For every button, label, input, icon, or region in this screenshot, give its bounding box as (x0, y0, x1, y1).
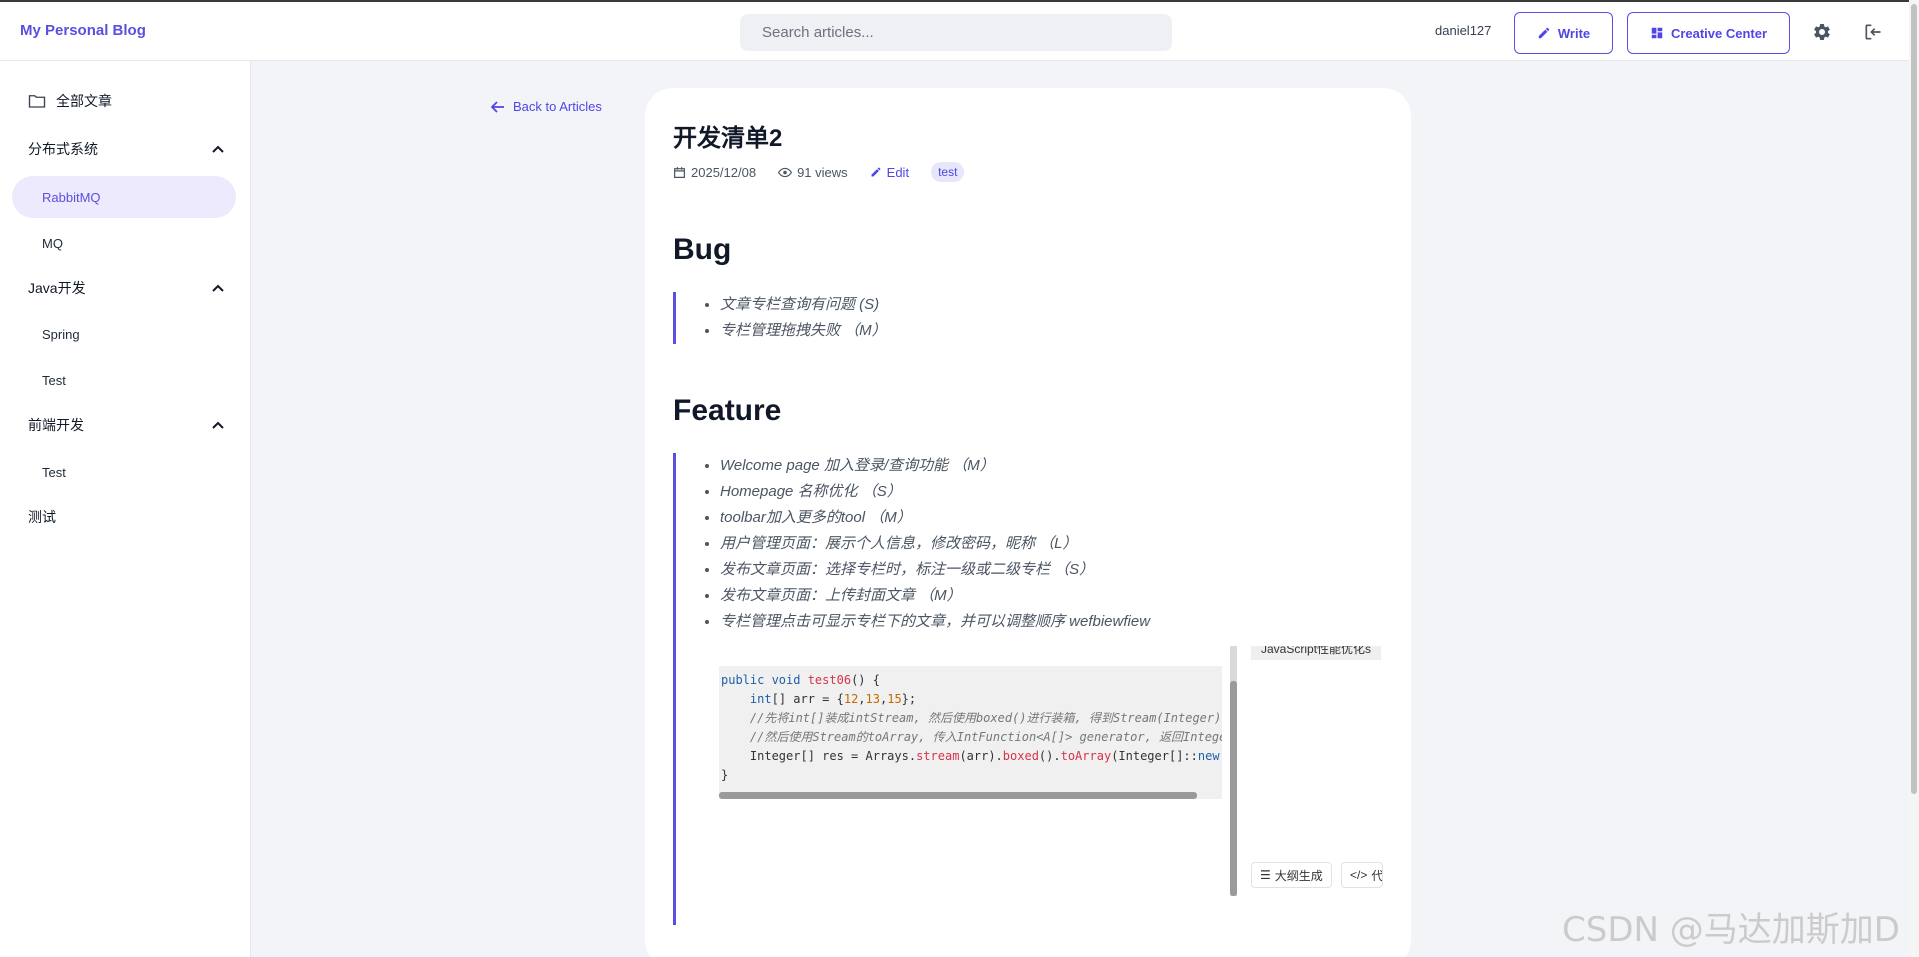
article-tag[interactable]: test (931, 162, 965, 182)
sidebar-group-label: 测试 (28, 509, 56, 525)
settings-button[interactable] (1810, 20, 1834, 44)
article-title: 开发清单2 (673, 125, 783, 152)
code-token: Integer[] res = Arrays. (749, 749, 917, 763)
embed-scroll-thumb (1230, 681, 1237, 896)
list-item: 专栏管理点击可显示专栏下的文章，并可以调整顺序 wefbiewfiew (720, 609, 1373, 635)
code-icon: </> (1350, 868, 1368, 882)
gear-icon (1814, 23, 1830, 40)
pencil-icon (1538, 27, 1550, 39)
pencil-icon (871, 167, 881, 177)
code-token: (). (1038, 749, 1061, 763)
edit-link[interactable]: Edit (870, 165, 909, 180)
code-token: 12 (843, 692, 859, 706)
eye-icon (778, 167, 793, 177)
sidebar-item-mq[interactable]: MQ (12, 222, 236, 264)
chevron-up-icon (212, 284, 224, 292)
list-icon: ☰ (1260, 868, 1271, 882)
watermark: CSDN @马达加斯加D (1562, 910, 1900, 950)
code-horizontal-scrollbar (719, 792, 1197, 799)
chevron-up-icon (212, 421, 224, 429)
list-item: 发布文章页面：选择专栏时，标注一级或二级专栏 （S） (720, 557, 1373, 583)
code-token: () { (851, 673, 880, 687)
article-views: 91 views (778, 165, 848, 180)
search-input[interactable] (740, 14, 1172, 51)
sidebar-item-test[interactable]: Test (12, 359, 236, 401)
sidebar-item-spring[interactable]: Spring (12, 313, 236, 355)
write-label: Write (1557, 25, 1591, 41)
code-token: test06 (807, 673, 852, 687)
sidebar: 全部文章 分布式系统 RabbitMQ MQ Java开发 Spring Tes… (0, 61, 251, 957)
section-heading-bug: Bug (673, 233, 732, 266)
article-date: 2025/12/08 (673, 165, 756, 180)
code-label: 代 (1371, 868, 1383, 883)
page-scrollbar-thumb[interactable] (1911, 4, 1917, 794)
code-token: public void (721, 673, 808, 687)
logout-button[interactable] (1861, 20, 1885, 44)
list-item: 用户管理页面：展示个人信息，修改密码，昵称 （L） (720, 531, 1373, 557)
code-token: , (858, 692, 866, 706)
sidebar-group-label: Java开发 (28, 280, 86, 296)
list-item: 专栏管理拖拽失败 （M） (720, 318, 887, 344)
creative-center-button[interactable]: Creative Center (1627, 12, 1790, 54)
code-token: (arr). (959, 749, 1003, 763)
calendar-icon (674, 166, 685, 178)
code-comment: //然后使用Stream的toArray, 传入IntFunction<A[]>… (749, 730, 1222, 744)
feature-list: Welcome page 加入登录/查询功能 （M） Homepage 名称优化… (676, 453, 1373, 635)
sidebar-item-all-articles[interactable]: 全部文章 (28, 91, 112, 111)
outline-generate-button: ☰ 大纲生成 (1251, 862, 1332, 888)
sidebar-group-label: 分布式系统 (28, 141, 98, 157)
code-token: boxed (1002, 749, 1039, 763)
side-chip: JavaScript性能优化s (1251, 646, 1381, 660)
back-label: Back to Articles (513, 99, 602, 114)
code-button: </> 代 (1341, 862, 1383, 888)
list-item: 文章专栏查询有问题 (S) (720, 292, 887, 318)
edit-label: Edit (886, 164, 910, 180)
sidebar-group-frontend[interactable]: 前端开发 (28, 415, 224, 435)
section-heading-feature: Feature (673, 394, 782, 427)
back-to-articles-link[interactable]: Back to Articles (491, 99, 602, 114)
code-token: new (1197, 749, 1220, 763)
sidebar-group-distributed[interactable]: 分布式系统 (28, 139, 224, 159)
code-token: } (721, 768, 729, 782)
code-token: [] arr = { (771, 692, 844, 706)
sidebar-all-label: 全部文章 (56, 93, 112, 109)
chevron-up-icon (212, 145, 224, 153)
creative-center-label: Creative Center (1670, 25, 1768, 41)
list-item: Homepage 名称优化 （S） (720, 479, 1373, 505)
code-block: public void test06() { int[] arr = {12,1… (719, 666, 1222, 799)
code-token: }; (901, 692, 917, 706)
bug-blockquote: 文章专栏查询有问题 (S) 专栏管理拖拽失败 （M） (673, 292, 887, 344)
sidebar-group-java[interactable]: Java开发 (28, 278, 224, 298)
article-meta: 2025/12/08 91 views Edit test (673, 162, 965, 182)
arrow-left-icon (491, 100, 504, 113)
folder-icon (28, 95, 46, 108)
username: daniel127 (1435, 23, 1492, 38)
brand-logo[interactable]: My Personal Blog (20, 22, 146, 39)
top-bar: My Personal Blog daniel127 Write Creativ… (0, 0, 1919, 61)
code-token: int (749, 692, 772, 706)
embedded-screenshot: public void test06() { int[] arr = {12,1… (719, 646, 1383, 896)
sidebar-item-rabbitmq[interactable]: RabbitMQ (12, 176, 236, 218)
views-text: 91 views (797, 164, 848, 180)
code-token: stream (916, 749, 960, 763)
sidebar-item-testing[interactable]: 测试 (28, 507, 224, 527)
dashboard-icon (1651, 27, 1663, 39)
sidebar-group-label: 前端开发 (28, 417, 84, 433)
logout-icon (1865, 24, 1881, 40)
list-item: 发布文章页面：上传封面文章 （M） (720, 583, 1373, 609)
code-token: 15 (887, 692, 902, 706)
list-item: Welcome page 加入登录/查询功能 （M） (720, 453, 1373, 479)
code-token: 13 (865, 692, 880, 706)
code-comment: //先将int[]装成intStream, 然后使用boxed()进行装箱, 得… (749, 711, 1222, 725)
list-item: toolbar加入更多的tool （M） (720, 505, 1373, 531)
outline-label: 大纲生成 (1274, 868, 1323, 883)
sidebar-item-frontend-test[interactable]: Test (12, 451, 236, 493)
bug-list: 文章专栏查询有问题 (S) 专栏管理拖拽失败 （M） (676, 292, 887, 344)
article-card: 开发清单2 2025/12/08 91 views Edit test Bug … (645, 88, 1411, 957)
date-text: 2025/12/08 (691, 164, 757, 180)
code-token: (Integer[]:: (1111, 749, 1198, 763)
write-button[interactable]: Write (1514, 12, 1613, 54)
code-token: toArray (1060, 749, 1112, 763)
